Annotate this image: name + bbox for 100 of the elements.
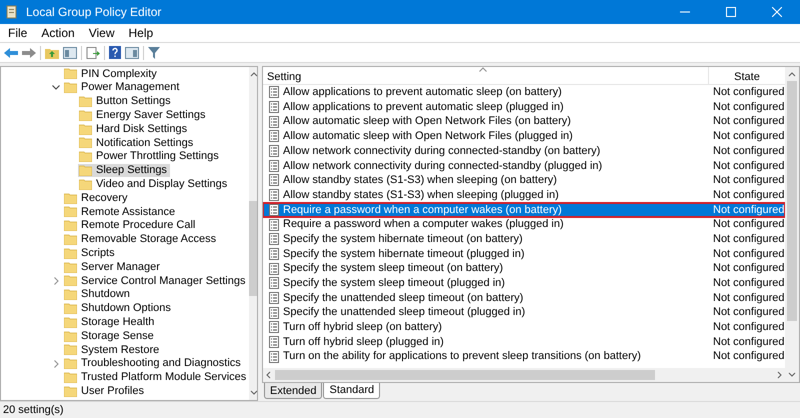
setting-state: Not configured: [712, 232, 785, 247]
export-icon[interactable]: [86, 46, 100, 58]
setting-name: Specify the unattended sleep timeout (on battery): [283, 290, 524, 306]
setting-row[interactable]: Specify the unattended sleep timeout (plugged in) Not configured: [263, 305, 785, 320]
policy-icon: [269, 277, 279, 290]
setting-row[interactable]: Allow automatic sleep with Open Network Files (on battery) Not configured: [263, 114, 785, 130]
tree-item[interactable]: Energy Saver Settings: [78, 108, 208, 122]
expand-icon[interactable]: [54, 276, 58, 285]
panel-icon[interactable]: [125, 46, 139, 58]
folder-icon: [64, 248, 77, 259]
tree-item[interactable]: Server Manager: [63, 260, 163, 274]
tree-item[interactable]: Video and Display Settings: [78, 177, 230, 192]
tree-item[interactable]: PIN Complexity: [63, 67, 160, 81]
pane-icon[interactable]: [63, 46, 77, 58]
tree-item[interactable]: System Restore: [63, 342, 162, 357]
setting-state: Not configured: [712, 144, 785, 159]
tree-item[interactable]: Power Management: [63, 80, 182, 95]
setting-name: Require a password when a computer wakes (plugged in): [283, 217, 565, 232]
folder-icon: [79, 110, 92, 121]
collapse-icon[interactable]: [52, 85, 60, 90]
back-icon[interactable]: [4, 46, 18, 58]
policy-icon: [269, 189, 279, 202]
tree-item[interactable]: Troubleshooting and Diagnostics: [63, 356, 244, 371]
setting-row[interactable]: Specify the system hibernate timeout (on battery) Not configured: [263, 232, 785, 247]
policy-icon: [269, 174, 279, 186]
setting-state: Not configured: [712, 173, 785, 188]
setting-row[interactable]: Allow applications to prevent automatic sleep (plugged in) Not configured: [263, 100, 785, 114]
tree-item[interactable]: Shutdown: [63, 288, 133, 302]
folder-icon: [64, 220, 77, 232]
horizontal-scrollbar[interactable]: [263, 368, 785, 382]
setting-name: Specify the system hibernate timeout (plugged in): [283, 246, 526, 262]
setting-row[interactable]: Specify the system sleep timeout (on battery) Not configured: [263, 261, 785, 276]
scrollbar[interactable]: [785, 67, 799, 382]
tree-item[interactable]: Service Control Manager Settings: [63, 274, 248, 288]
forward-icon[interactable]: [22, 46, 36, 58]
help-icon[interactable]: [109, 46, 121, 59]
setting-row[interactable]: Require a password when a computer wakes (plugged in) Not configured: [263, 217, 785, 232]
view-tab[interactable]: Extended: [264, 383, 322, 399]
tree-item[interactable]: Button Settings: [78, 94, 174, 108]
tree-item[interactable]: Scripts: [63, 246, 118, 260]
view-tab[interactable]: Standard: [323, 382, 380, 399]
column-header[interactable]: State: [709, 67, 785, 84]
setting-name: Turn on the ability for applications to prevent sleep transitions (on battery): [283, 349, 642, 364]
setting-state: Not configured: [712, 349, 785, 364]
setting-state: Not configured: [712, 188, 785, 203]
setting-row[interactable]: Specify the system hibernate timeout (plugged in) Not configured: [263, 246, 785, 262]
setting-name: Specify the system hibernate timeout (on battery): [283, 232, 524, 247]
tree-item[interactable]: Hard Disk Settings: [78, 122, 190, 136]
menu-item[interactable]: Help: [122, 24, 160, 42]
setting-row[interactable]: Require a password when a computer wakes (on battery) Not configured: [263, 202, 785, 218]
setting-name: Allow automatic sleep with Open Network Files (plugged in): [283, 129, 574, 144]
tree-item[interactable]: Remote Assistance: [63, 204, 178, 219]
filter-icon[interactable]: [148, 46, 160, 58]
status-text: 20 setting(s): [2, 402, 64, 418]
setting-row[interactable]: Turn off hybrid sleep (on battery) Not configured: [263, 320, 785, 335]
setting-row[interactable]: Turn off hybrid sleep (plugged in) Not configured: [263, 334, 785, 350]
setting-row[interactable]: Allow network connectivity during connected-standby (plugged in) Not configured: [263, 158, 785, 174]
setting-state: Not configured: [712, 100, 785, 115]
setting-name: Allow network connectivity during connected-standby (on battery): [283, 144, 602, 159]
setting-row[interactable]: Allow automatic sleep with Open Network Files (plugged in) Not configured: [263, 129, 785, 144]
tree-item[interactable]: Storage Sense: [63, 329, 157, 343]
scrollbar[interactable]: [249, 67, 257, 400]
setting-row[interactable]: Allow network connectivity during connected-standby (on battery) Not configured: [263, 144, 785, 158]
setting-row[interactable]: Specify the unattended sleep timeout (on battery) Not configured: [263, 290, 785, 306]
menu-item[interactable]: View: [82, 24, 120, 42]
tree-item[interactable]: Storage Health: [63, 315, 158, 330]
setting-state: Not configured: [712, 261, 785, 276]
menu-item[interactable]: File: [2, 24, 34, 42]
tree-item[interactable]: User Profiles: [63, 384, 147, 398]
setting-row[interactable]: Allow applications to prevent automatic sleep (on battery) Not configured: [263, 85, 785, 100]
setting-row[interactable]: Allow standby states (S1-S3) when sleeping (on battery) Not configured: [263, 173, 785, 188]
tree-item[interactable]: Notification Settings: [78, 136, 196, 150]
folder-icon: [64, 344, 77, 356]
expand-icon[interactable]: [54, 360, 58, 368]
sort-icon: [479, 67, 487, 72]
setting-state: Not configured: [712, 246, 785, 262]
setting-state: Not configured: [712, 290, 785, 306]
setting-row[interactable]: Turn on the ability for applications to prevent sleep transitions (on battery) Not configured: [263, 349, 785, 364]
tree-item[interactable]: Trusted Platform Module Services: [63, 370, 250, 384]
tree-item[interactable]: Power Throttling Settings: [78, 150, 222, 164]
app-icon: [6, 5, 18, 19]
tree-item[interactable]: Removable Storage Access: [63, 232, 220, 246]
policy-icon: [269, 306, 279, 319]
policy-icon: [269, 86, 279, 98]
maximize-icon: [726, 7, 736, 17]
folder-up-icon[interactable]: [45, 46, 59, 58]
setting-state: Not configured: [712, 129, 785, 144]
setting-state: Not configured: [712, 276, 785, 292]
column-header[interactable]: Setting: [263, 67, 709, 84]
setting-name: Specify the system sleep timeout (on battery): [283, 261, 504, 276]
tree-item[interactable]: Shutdown Options: [63, 302, 174, 316]
tree-item[interactable]: Recovery: [63, 191, 130, 205]
setting-row[interactable]: Allow standby states (S1-S3) when sleeping (plugged in) Not configured: [263, 188, 785, 202]
setting-state: Not configured: [712, 320, 785, 336]
setting-row[interactable]: Specify the system sleep timeout (plugged in) Not configured: [263, 276, 785, 291]
tree-item[interactable]: Sleep Settings: [78, 164, 170, 178]
tree-item[interactable]: Remote Procedure Call: [63, 218, 198, 233]
policy-icon: [269, 101, 279, 114]
setting-state: Not configured: [712, 334, 785, 350]
menu-item[interactable]: Action: [35, 24, 81, 42]
